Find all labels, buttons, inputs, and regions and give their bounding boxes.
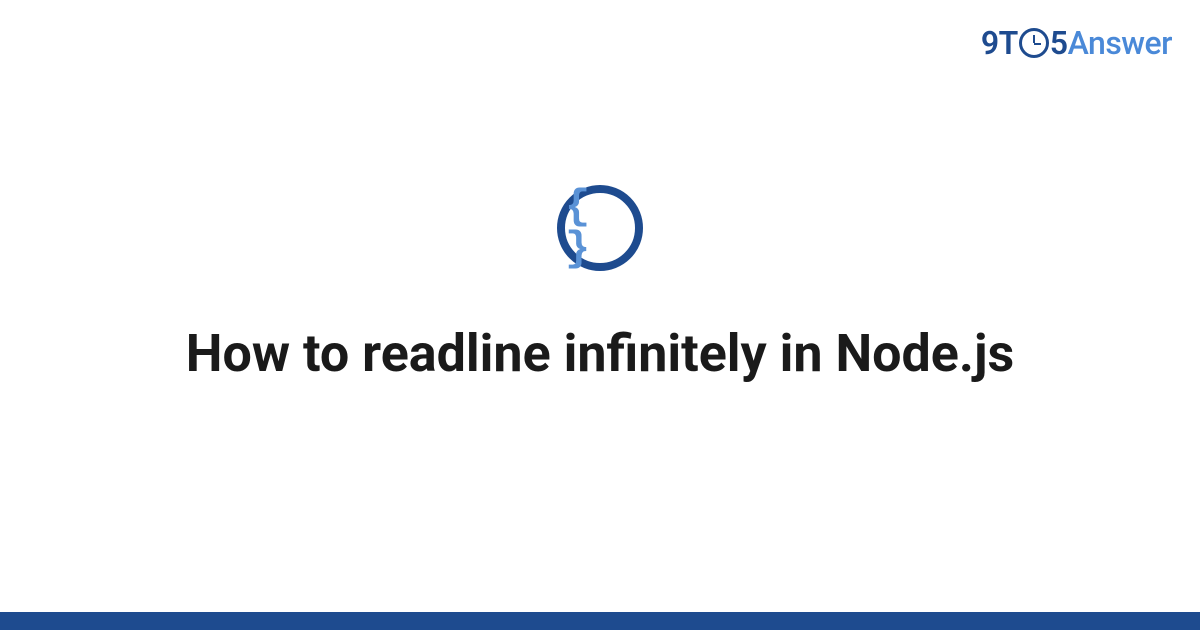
code-braces-icon: { } [565,186,635,270]
footer-bar [0,612,1200,630]
main-content: { } How to readline infinitely in Node.j… [0,0,1200,630]
category-icon-circle: { } [557,185,643,271]
question-title: How to readline infinitely in Node.js [186,321,1014,386]
